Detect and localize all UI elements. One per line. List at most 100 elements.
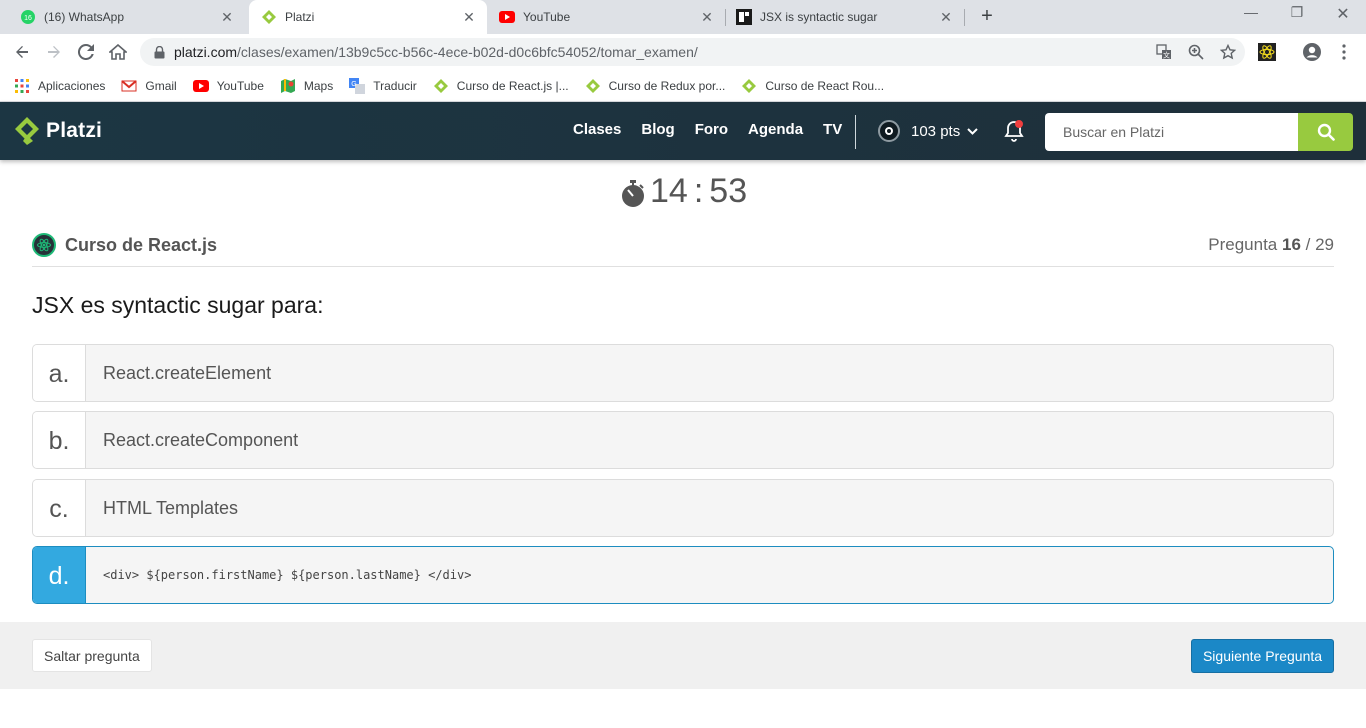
bookmark-curso-react-router[interactable]: Curso de React Rou...	[741, 78, 884, 94]
platzi-icon	[585, 78, 601, 94]
home-icon[interactable]	[106, 40, 130, 64]
close-window-icon[interactable]: ✕	[1320, 4, 1366, 24]
course-row: Curso de React.js Pregunta 16 / 29	[32, 230, 1334, 267]
translate-page-icon[interactable]: 文	[1155, 43, 1173, 61]
option-text: React.createElement	[103, 362, 272, 383]
main-nav: Clases Blog Foro Agenda TV	[573, 121, 842, 138]
bookmark-label: Curso de React.js |...	[456, 78, 569, 93]
lock-icon[interactable]	[152, 45, 166, 59]
answer-option-b[interactable]: b. React.createComponent	[32, 411, 1334, 469]
maps-icon	[280, 78, 296, 94]
restore-icon[interactable]: ❐	[1274, 4, 1320, 21]
bookmarks-bar: Aplicaciones Gmail YouTube Maps G Traduc…	[0, 70, 1366, 102]
reload-icon[interactable]	[74, 40, 98, 64]
zoom-icon[interactable]	[1187, 43, 1205, 61]
bookmark-label: Traducir	[373, 78, 417, 93]
close-tab-icon[interactable]: ✕	[934, 9, 958, 26]
url-text: platzi.com/clases/examen/13b9c5cc-b56c-4…	[174, 44, 698, 60]
stopwatch-icon	[622, 179, 644, 207]
nav-agenda[interactable]: Agenda	[748, 121, 803, 138]
back-icon[interactable]	[10, 40, 34, 64]
points-menu[interactable]: 103 pts	[878, 120, 978, 142]
answer-option-c[interactable]: c. HTML Templates	[32, 479, 1334, 537]
platzi-logo-icon	[15, 117, 39, 145]
option-letter: d.	[33, 547, 86, 603]
option-letter: b.	[33, 412, 86, 468]
bookmark-label: Maps	[303, 78, 334, 93]
bookmark-maps[interactable]: Maps	[280, 78, 333, 94]
tab-title: Platzi	[285, 10, 315, 24]
svg-text:G: G	[351, 81, 356, 88]
tab-title: YouTube	[523, 10, 571, 24]
platzi-logo[interactable]: Platzi	[14, 116, 102, 146]
skip-question-button[interactable]: Saltar pregunta	[32, 639, 152, 672]
option-text: React.createComponent	[103, 429, 299, 450]
tab-jsx[interactable]: JSX is syntactic sugar ✕	[726, 0, 964, 34]
search-icon	[1317, 123, 1335, 141]
nav-tv[interactable]: TV	[823, 121, 842, 138]
whatsapp-icon: 16	[20, 9, 36, 25]
svg-text:16: 16	[24, 15, 32, 22]
forward-icon[interactable]	[42, 40, 66, 64]
course-info: Curso de React.js	[32, 233, 217, 257]
browser-toolbar: platzi.com/clases/examen/13b9c5cc-b56c-4…	[0, 34, 1366, 70]
menu-icon[interactable]	[1334, 42, 1354, 62]
search-input[interactable]	[1045, 113, 1298, 151]
platzi-icon	[433, 78, 449, 94]
minimize-icon[interactable]: —	[1228, 4, 1274, 20]
course-name: Curso de React.js	[65, 234, 218, 255]
new-tab-button[interactable]: +	[975, 5, 999, 29]
tab-separator	[964, 9, 965, 26]
bookmark-apps[interactable]: Aplicaciones	[14, 78, 105, 94]
bookmark-youtube[interactable]: YouTube	[192, 78, 264, 94]
translate-icon: G	[349, 77, 366, 94]
react-course-icon	[32, 233, 56, 257]
react-devtools-icon[interactable]	[1257, 42, 1277, 62]
option-text: <div> ${person.firstName} ${person.lastN…	[103, 568, 472, 582]
chevron-down-icon	[967, 127, 978, 135]
bookmark-gmail[interactable]: Gmail	[121, 78, 177, 94]
svg-text:文: 文	[1163, 51, 1170, 60]
nav-foro[interactable]: Foro	[695, 121, 728, 138]
question-counter: Pregunta 16 / 29	[1208, 235, 1334, 254]
tab-platzi[interactable]: Platzi ✕	[249, 0, 487, 34]
tab-whatsapp[interactable]: 16 (16) WhatsApp ✕	[0, 0, 245, 34]
question-current: 16	[1281, 235, 1301, 254]
notifications-bell-icon[interactable]	[1002, 119, 1026, 143]
browser-tab-strip: 16 (16) WhatsApp ✕ Platzi ✕ YouTube ✕ JS…	[0, 0, 1366, 34]
bookmark-star-icon[interactable]	[1219, 43, 1237, 61]
question-text: JSX es syntactic sugar para:	[32, 292, 324, 318]
search-button[interactable]	[1298, 113, 1353, 151]
timer-minutes: 14	[650, 172, 688, 210]
nav-blog[interactable]: Blog	[641, 121, 674, 138]
bookmark-label: YouTube	[216, 78, 264, 93]
bookmark-label: Curso de Redux por...	[608, 78, 726, 93]
bookmark-curso-react[interactable]: Curso de React.js |...	[433, 78, 569, 94]
site-header: Platzi Clases Blog Foro Agenda TV 103 pt…	[0, 102, 1366, 160]
close-tab-icon[interactable]: ✕	[457, 9, 481, 26]
close-tab-icon[interactable]: ✕	[215, 9, 239, 26]
logo-text: Platzi	[46, 119, 103, 142]
apps-grid-icon	[14, 78, 30, 94]
bookmark-label: Curso de React Rou...	[765, 78, 885, 93]
answer-option-d[interactable]: d. <div> ${person.firstName} ${person.la…	[32, 546, 1334, 604]
answer-option-a[interactable]: a. React.createElement	[32, 344, 1334, 402]
option-letter: a.	[33, 345, 86, 401]
nav-clases[interactable]: Clases	[573, 121, 621, 138]
platzi-icon	[261, 9, 277, 25]
bookmark-curso-redux[interactable]: Curso de Redux por...	[585, 78, 726, 94]
bookmark-traducir[interactable]: G Traducir	[349, 77, 417, 94]
page-icon	[736, 9, 752, 25]
profile-icon[interactable]	[1302, 42, 1322, 62]
option-text: HTML Templates	[103, 497, 239, 518]
address-bar[interactable]: platzi.com/clases/examen/13b9c5cc-b56c-4…	[140, 38, 1245, 66]
tab-title: (16) WhatsApp	[44, 10, 125, 24]
question-total: / 29	[1305, 235, 1334, 254]
next-question-button[interactable]: Siguiente Pregunta	[1191, 639, 1334, 673]
exam-footer: Saltar pregunta Siguiente Pregunta	[0, 622, 1366, 689]
option-letter: c.	[33, 480, 86, 536]
close-tab-icon[interactable]: ✕	[695, 9, 719, 26]
timer-separator: :	[693, 172, 704, 210]
timer-seconds: 53	[709, 172, 748, 210]
tab-youtube[interactable]: YouTube ✕	[487, 0, 725, 34]
